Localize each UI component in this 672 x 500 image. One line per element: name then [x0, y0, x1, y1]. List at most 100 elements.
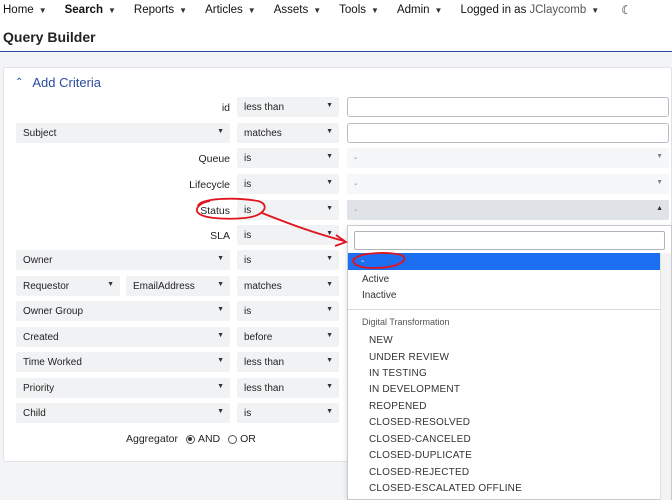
theme-toggle[interactable]: ☾ — [617, 3, 632, 17]
page-title: Query Builder — [3, 29, 96, 45]
status-option-closed-duplicate[interactable]: CLOSED-DUPLICATE — [369, 450, 472, 461]
status-option-closed-canceled[interactable]: CLOSED-CANCELED — [369, 434, 471, 445]
caret-down-icon: ▼ — [326, 205, 333, 212]
subject-field-select[interactable]: Subject ▼ — [16, 123, 230, 143]
caret-down-icon: ▼ — [217, 306, 224, 313]
priority-field-value: Priority — [23, 382, 55, 394]
lifecycle-operator-value: is — [244, 178, 252, 190]
status-option-closed-escalated-offline[interactable]: CLOSED-ESCALATED OFFLINE — [369, 483, 522, 494]
created-field-value: Created — [23, 331, 59, 343]
owner-group-field-select[interactable]: Owner Group ▼ — [16, 301, 230, 321]
owner-operator-value: is — [244, 254, 252, 266]
status-option-in-testing[interactable]: IN TESTING — [369, 368, 427, 379]
caret-down-icon: ▼ — [217, 332, 224, 339]
status-group-heading: Digital Transformation — [362, 317, 450, 327]
status-option-inactive[interactable]: Inactive — [362, 290, 396, 301]
status-option-closed-resolved[interactable]: CLOSED-RESOLVED — [369, 417, 470, 428]
queue-label: Queue — [198, 153, 230, 165]
status-label: Status — [200, 205, 230, 217]
subject-value-input[interactable] — [347, 123, 669, 143]
nav-articles-label: Articles — [205, 4, 243, 16]
dropdown-scrollbar[interactable] — [660, 253, 671, 500]
caret-down-icon: ▼ — [326, 102, 333, 109]
time-worked-field-select[interactable]: Time Worked ▼ — [16, 352, 230, 372]
status-operator-value: is — [244, 204, 252, 216]
created-field-select[interactable]: Created ▼ — [16, 327, 230, 347]
owner-operator-select[interactable]: is ▼ — [237, 250, 339, 270]
status-option-active[interactable]: Active — [362, 274, 389, 285]
chevron-up-icon: ⌃ — [15, 77, 24, 88]
nav-search[interactable]: Search ▼ — [65, 4, 116, 16]
nav-assets[interactable]: Assets ▼ — [274, 4, 321, 16]
caret-down-icon: ▼ — [326, 306, 333, 313]
caret-down-icon: ▼ — [326, 230, 333, 237]
status-dropdown-search-input[interactable] — [354, 231, 665, 250]
owner-group-operator-select[interactable]: is ▼ — [237, 301, 339, 321]
status-option-closed-rejected[interactable]: CLOSED-REJECTED — [369, 467, 469, 478]
id-operator-select[interactable]: less than ▼ — [237, 97, 339, 117]
id-label: id — [221, 102, 230, 114]
nav-home-label: Home — [3, 4, 34, 16]
status-value-select[interactable]: - ▲ — [347, 200, 669, 220]
add-criteria-toggle[interactable]: ⌃ Add Criteria — [15, 75, 101, 90]
sla-operator-select[interactable]: is ▼ — [237, 225, 339, 245]
caret-down-icon: ▼ — [217, 408, 224, 415]
queue-value-select[interactable]: - ▼ — [347, 148, 669, 168]
owner-group-operator-value: is — [244, 305, 252, 317]
subject-operator-select[interactable]: matches ▼ — [237, 123, 339, 143]
status-option-under-review[interactable]: UNDER REVIEW — [369, 352, 449, 363]
child-operator-select[interactable]: is ▼ — [237, 403, 339, 423]
lifecycle-operator-select[interactable]: is ▼ — [237, 174, 339, 194]
priority-operator-select[interactable]: less than ▼ — [237, 378, 339, 398]
status-option-in-development[interactable]: IN DEVELOPMENT — [369, 384, 460, 395]
aggregator-group: Aggregator AND OR — [126, 433, 256, 445]
nav-tools[interactable]: Tools ▼ — [339, 4, 379, 16]
lifecycle-value: - — [354, 178, 358, 190]
child-operator-value: is — [244, 407, 252, 419]
sla-operator-value: is — [244, 229, 252, 241]
requestor-field-select[interactable]: Requestor ▼ — [16, 276, 120, 296]
status-option-reopened[interactable]: REOPENED — [369, 401, 427, 412]
nav-articles[interactable]: Articles ▼ — [205, 4, 256, 16]
top-navigation: Home ▼ Search ▼ Reports ▼ Articles ▼ Assets ▼… — [0, 0, 672, 20]
status-option-new[interactable]: NEW — [369, 335, 393, 346]
caret-down-icon: ▼ — [326, 408, 333, 415]
status-option-highlighted[interactable]: - — [348, 253, 661, 270]
child-field-value: Child — [23, 407, 46, 419]
child-field-select[interactable]: Child ▼ — [16, 403, 230, 423]
add-criteria-heading: Add Criteria — [32, 75, 102, 90]
sla-label: SLA — [210, 230, 230, 242]
chevron-down-icon: ▼ — [38, 5, 47, 15]
caret-down-icon: ▼ — [656, 179, 663, 186]
aggregator-and-label: AND — [197, 433, 221, 445]
status-value: - — [354, 204, 358, 216]
queue-operator-select[interactable]: is ▼ — [237, 148, 339, 168]
requestor-subfield-select[interactable]: EmailAddress ▼ — [126, 276, 230, 296]
status-dropdown-menu: - Active Inactive Digital Transformation… — [347, 225, 672, 500]
moon-icon: ☾ — [621, 3, 632, 17]
caret-down-icon: ▼ — [656, 153, 663, 160]
status-operator-select[interactable]: is ▼ — [237, 200, 339, 220]
nav-user-menu[interactable]: Logged in as JClaycomb ▼ — [460, 4, 599, 16]
chevron-down-icon: ▼ — [371, 5, 379, 15]
aggregator-label: Aggregator — [126, 433, 178, 445]
id-value-input[interactable] — [347, 97, 669, 117]
requestor-operator-select[interactable]: matches ▼ — [237, 276, 339, 296]
caret-down-icon: ▼ — [217, 383, 224, 390]
subject-operator-value: matches — [244, 127, 282, 139]
aggregator-and-radio[interactable] — [185, 434, 195, 444]
owner-field-select[interactable]: Owner ▼ — [16, 250, 230, 270]
nav-admin[interactable]: Admin ▼ — [397, 4, 443, 16]
chevron-down-icon: ▼ — [591, 5, 600, 15]
nav-home[interactable]: Home ▼ — [3, 4, 47, 16]
lifecycle-value-select[interactable]: - ▼ — [347, 174, 669, 194]
caret-down-icon: ▼ — [326, 281, 333, 288]
logged-in-label: Logged in as — [460, 4, 527, 16]
time-worked-operator-select[interactable]: less than ▼ — [237, 352, 339, 372]
aggregator-or-radio[interactable] — [228, 434, 238, 444]
caret-down-icon: ▼ — [217, 255, 224, 262]
created-operator-select[interactable]: before ▼ — [237, 327, 339, 347]
caret-down-icon: ▼ — [326, 255, 333, 262]
nav-reports[interactable]: Reports ▼ — [134, 4, 187, 16]
priority-field-select[interactable]: Priority ▼ — [16, 378, 230, 398]
